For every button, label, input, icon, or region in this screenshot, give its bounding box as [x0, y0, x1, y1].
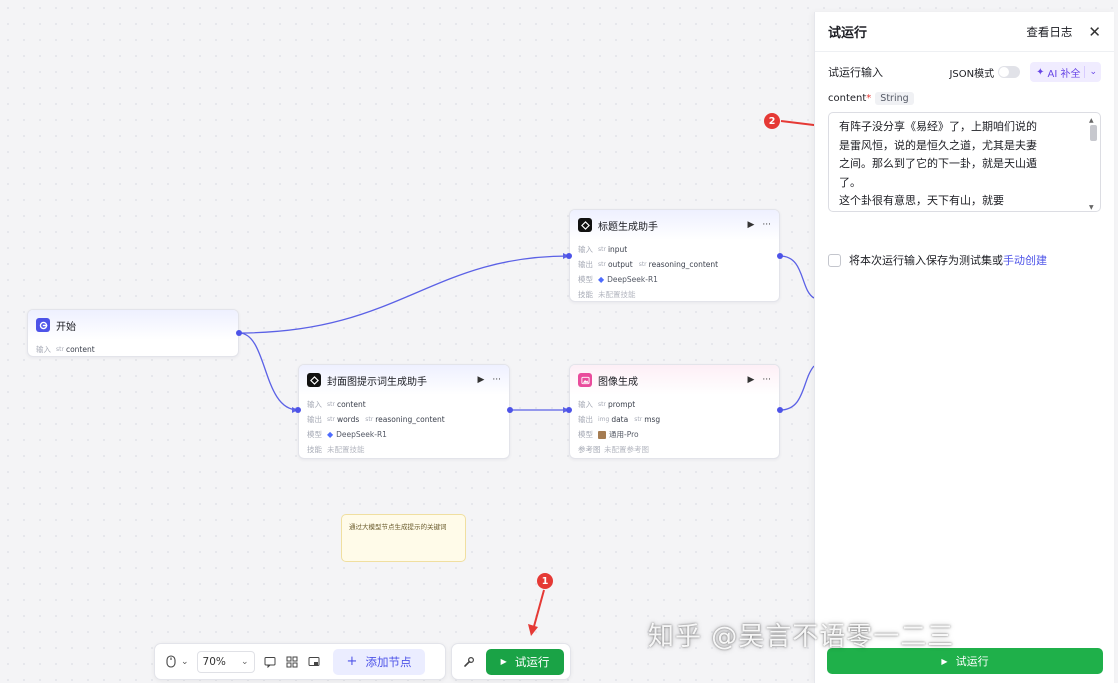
- scroll-down-icon[interactable]: ▼: [1089, 204, 1094, 211]
- mouse-mode-icon[interactable]: [166, 655, 176, 668]
- play-icon: ▶: [500, 657, 507, 666]
- save-testset-text: 将本次运行输入保存为测试集或: [849, 254, 1003, 267]
- test-run-label: 试运行: [514, 654, 550, 669]
- panel-header: 试运行 查看日志 ✕: [815, 12, 1114, 52]
- panel-title: 试运行: [828, 26, 868, 41]
- json-mode-label: JSON模式: [949, 68, 995, 80]
- add-node-label: 添加节点: [365, 654, 412, 669]
- minimap-icon[interactable]: [308, 656, 320, 668]
- wrench-icon[interactable]: [463, 656, 475, 668]
- panel-run-label: 试运行: [955, 655, 989, 668]
- watermark: 知乎 @吴言不语零一二三: [648, 622, 955, 652]
- field-name: content: [828, 92, 867, 104]
- plus-icon: +: [346, 654, 358, 669]
- close-icon[interactable]: ✕: [1088, 23, 1101, 41]
- chevron-down-icon[interactable]: ⌄: [181, 657, 189, 667]
- canvas-toolbar: ⌄ 70% ⌄ + 添加节点: [154, 643, 446, 680]
- zoom-select[interactable]: 70% ⌄: [196, 650, 255, 673]
- scroll-up-icon[interactable]: ▲: [1089, 117, 1094, 124]
- play-icon: ▶: [941, 656, 948, 666]
- run-toolbar: ▶ 试运行: [451, 643, 571, 680]
- comment-icon[interactable]: [264, 656, 276, 668]
- ai-fill-label: AI 补全: [1047, 68, 1081, 80]
- annotation-arrow-1: [532, 589, 545, 631]
- annotation-badge-2: 2: [764, 113, 780, 129]
- layout-grid-icon[interactable]: [286, 656, 298, 668]
- add-node-button[interactable]: + 添加节点: [332, 648, 426, 675]
- view-logs-button[interactable]: 查看日志: [1026, 24, 1072, 40]
- manual-create-link[interactable]: 手动创建: [1003, 252, 1047, 268]
- scrollbar-thumb[interactable]: [1090, 125, 1097, 141]
- zoom-value: 70%: [202, 655, 226, 668]
- input-section-header: 试运行输入 JSON模式 ✦ AI 补全 ⌄: [815, 62, 1114, 82]
- field-label-row: content * String: [815, 90, 1114, 106]
- chevron-down-icon[interactable]: ⌄: [1089, 67, 1097, 77]
- ai-fill-button[interactable]: ✦ AI 补全 ⌄: [1030, 62, 1101, 82]
- annotation-arrowhead-1: [528, 624, 538, 636]
- content-textarea[interactable]: 有阵子没分享《易经》了，上期咱们说的 是雷风恒，说的是恒久之道，尤其是夫妻 之间…: [828, 112, 1101, 212]
- input-section-title: 试运行输入: [828, 66, 883, 79]
- field-type-badge: String: [875, 91, 914, 105]
- sparkle-icon: ✦: [1036, 66, 1045, 78]
- required-mark: *: [866, 92, 872, 104]
- chevron-down-icon: ⌄: [241, 656, 249, 667]
- test-run-button[interactable]: ▶ 试运行: [486, 648, 564, 675]
- test-run-panel: 试运行 查看日志 ✕ 试运行输入 JSON模式 ✦ AI 补全 ⌄ conten…: [814, 12, 1114, 683]
- textarea-scrollbar[interactable]: ▲ ▼: [1089, 117, 1098, 211]
- save-testset-checkbox[interactable]: [828, 253, 841, 267]
- annotation-badge-1: 1: [537, 573, 553, 589]
- content-text: 有阵子没分享《易经》了，上期咱们说的 是雷风恒，说的是恒久之道，尤其是夫妻 之间…: [839, 120, 1037, 207]
- json-mode-toggle[interactable]: [998, 66, 1021, 78]
- save-as-testset-row: 将本次运行输入保存为测试集或 手动创建: [815, 252, 1114, 268]
